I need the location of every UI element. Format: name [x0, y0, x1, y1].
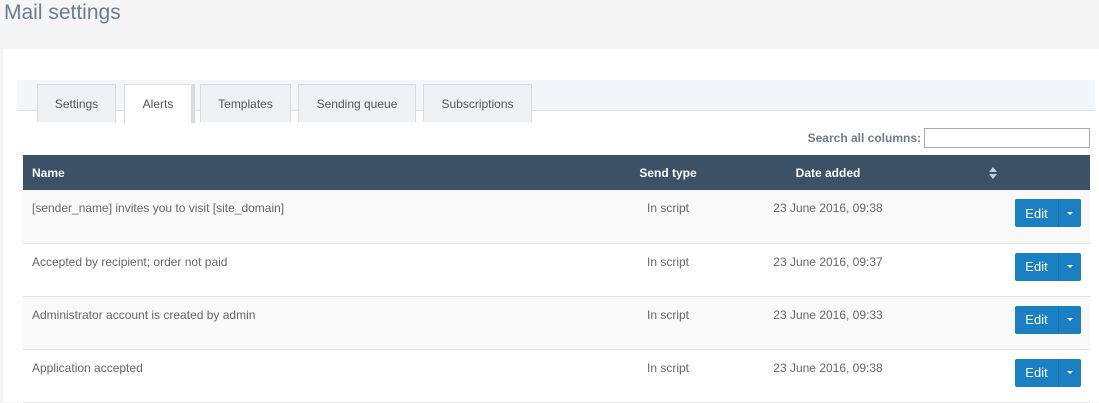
table-row: [sender_name] invites you to visit [site… — [23, 190, 1090, 243]
cell-date-added: 23 June 2016, 09:33 — [773, 307, 883, 322]
cell-date-added: 23 June 2016, 09:37 — [773, 254, 883, 269]
caret-down-icon — [1067, 265, 1073, 268]
table-row: Application accepted In script 23 June 2… — [23, 349, 1090, 402]
edit-button[interactable]: Edit — [1015, 252, 1059, 281]
cell-actions: Edit — [933, 190, 1090, 243]
tab-alerts[interactable]: Alerts — [124, 84, 195, 123]
caret-down-icon — [1067, 371, 1073, 374]
edit-button-group: Edit — [1015, 358, 1081, 387]
content-panel: Settings Alerts Templates Sending queue … — [3, 49, 1099, 402]
caret-down-icon — [1067, 211, 1073, 215]
cell-name: Accepted by recipient; order not paid — [32, 254, 228, 269]
edit-button-group: Edit — [1015, 199, 1081, 227]
sort-both-icon[interactable] — [989, 167, 997, 180]
edit-button[interactable]: Edit — [1015, 358, 1059, 387]
cell-send-type: In script — [646, 360, 689, 375]
column-header-name[interactable]: Name — [23, 155, 613, 190]
tab-settings[interactable]: Settings — [37, 84, 116, 122]
edit-dropdown-toggle[interactable] — [1059, 199, 1081, 227]
search-input[interactable] — [924, 128, 1090, 148]
edit-dropdown-toggle[interactable] — [1059, 305, 1081, 334]
tab-sending-queue[interactable]: Sending queue — [298, 84, 416, 122]
column-header-actions — [933, 155, 1090, 190]
table-header-row: Name Send type Date added — [23, 155, 1090, 190]
column-header-date-added[interactable]: Date added — [723, 155, 933, 190]
cell-send-type: In script — [646, 201, 689, 215]
cell-actions: Edit — [933, 349, 1090, 402]
edit-dropdown-toggle[interactable] — [1059, 252, 1081, 281]
tab-bar: Settings Alerts Templates Sending queue … — [17, 80, 1095, 123]
cell-send-type: In script — [646, 254, 689, 269]
page-title: Mail settings — [4, 1, 121, 24]
table-row: Administrator account is created by admi… — [23, 296, 1090, 349]
tab-subscriptions[interactable]: Subscriptions — [423, 84, 532, 122]
column-header-send-type[interactable]: Send type — [613, 155, 723, 190]
cell-name: Application accepted — [32, 360, 143, 375]
cell-name: Administrator account is created by admi… — [32, 307, 256, 322]
cell-actions: Edit — [933, 296, 1090, 349]
cell-send-type: In script — [646, 307, 689, 322]
cell-date-added: 23 June 2016, 09:38 — [773, 201, 883, 215]
caret-down-icon — [1067, 318, 1073, 321]
tab-templates[interactable]: Templates — [200, 84, 291, 122]
edit-button-group: Edit — [1015, 305, 1081, 334]
edit-button[interactable]: Edit — [1015, 199, 1059, 227]
edit-button-group: Edit — [1015, 252, 1081, 281]
edit-dropdown-toggle[interactable] — [1059, 358, 1081, 387]
alerts-table: Name Send type Date added [sender_name] … — [23, 155, 1090, 403]
search-label: Search all columns: — [807, 131, 921, 145]
cell-name: [sender_name] invites you to visit [site… — [32, 201, 285, 215]
edit-button[interactable]: Edit — [1015, 305, 1059, 334]
cell-date-added: 23 June 2016, 09:38 — [773, 360, 883, 375]
table-row: Accepted by recipient; order not paid In… — [23, 243, 1090, 296]
cell-actions: Edit — [933, 243, 1090, 296]
search-row: Search all columns: — [808, 128, 1090, 148]
